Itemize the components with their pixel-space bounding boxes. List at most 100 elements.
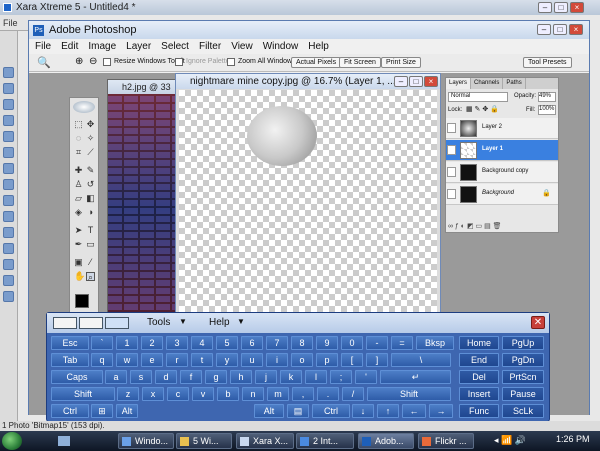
key-backslash[interactable]: \ <box>391 353 451 367</box>
photo-tool-icon[interactable] <box>3 275 14 286</box>
key-r[interactable]: r <box>166 353 188 367</box>
key-n[interactable]: n <box>242 387 264 401</box>
transparent-canvas[interactable] <box>179 90 437 338</box>
key-e[interactable]: e <box>141 353 163 367</box>
hand-tool-icon[interactable]: ✋ <box>74 272 85 281</box>
magic-wand-icon[interactable]: ✧ <box>86 134 95 143</box>
tab-channels[interactable]: Channels <box>471 78 504 89</box>
key-4[interactable]: 4 <box>191 336 213 350</box>
doc2-maximize-icon[interactable]: □ <box>409 76 423 87</box>
key-insert[interactable]: Insert <box>459 387 499 401</box>
key-equals[interactable]: = <box>391 336 413 350</box>
key-p[interactable]: p <box>316 353 338 367</box>
key-menu[interactable]: ▤ <box>287 404 309 418</box>
key-x[interactable]: x <box>142 387 164 401</box>
show-desktop-icon[interactable] <box>58 436 70 446</box>
maximize-icon[interactable]: □ <box>554 2 568 13</box>
key-b[interactable]: b <box>217 387 239 401</box>
layer-row[interactable]: Background 🔒 <box>446 184 558 205</box>
zoom-tool-option-icon[interactable]: 🔍 <box>37 56 51 69</box>
notes-tool-icon[interactable]: ▣ <box>74 258 83 267</box>
zoom-in-icon[interactable]: ⊕ <box>75 56 83 67</box>
marquee-tool-icon[interactable]: ⬚ <box>74 120 83 129</box>
document-h2[interactable]: h2.jpg @ 33 <box>107 79 179 326</box>
menu-view[interactable]: View <box>231 41 253 52</box>
key-h[interactable]: h <box>230 370 252 384</box>
key-8[interactable]: 8 <box>291 336 313 350</box>
key-tab[interactable]: Tab <box>51 353 89 367</box>
visibility-toggle[interactable] <box>447 167 456 177</box>
key-minus[interactable]: - <box>366 336 388 350</box>
shape-tool-icon[interactable]: ▭ <box>86 240 95 249</box>
key-pause[interactable]: Pause <box>502 387 544 401</box>
menu-edit[interactable]: Edit <box>61 41 78 52</box>
osk-layout2-icon[interactable] <box>79 317 103 329</box>
blur-tool-icon[interactable]: ◈ <box>74 208 83 217</box>
zoom-out-icon[interactable]: ⊖ <box>89 56 97 67</box>
key-0[interactable]: 0 <box>341 336 363 350</box>
menu-layer[interactable]: Layer <box>126 41 151 52</box>
opacity-field[interactable]: 49% <box>538 92 556 102</box>
taskbar-item[interactable]: Windo... <box>118 433 174 449</box>
key-i[interactable]: i <box>266 353 288 367</box>
menu-filter[interactable]: Filter <box>199 41 221 52</box>
lasso-tool-icon[interactable]: ◌ <box>74 134 83 143</box>
osk-keyboard-icon[interactable] <box>105 317 129 329</box>
menu-file[interactable]: File <box>35 41 51 52</box>
lock-icons[interactable]: ▦ ✎ ✥ 🔒 <box>466 105 499 113</box>
key-u[interactable]: u <box>241 353 263 367</box>
key-period[interactable]: . <box>317 387 339 401</box>
layer-row-selected[interactable]: ◉ Layer 1 <box>446 140 558 161</box>
key-t[interactable]: t <box>191 353 213 367</box>
resize-windows-checkbox[interactable] <box>103 58 111 66</box>
tab-layers[interactable]: Layers <box>446 78 472 89</box>
key-right[interactable]: → <box>429 404 453 418</box>
key-esc[interactable]: Esc <box>51 336 89 350</box>
key-up[interactable]: ↑ <box>377 404 399 418</box>
key-7[interactable]: 7 <box>266 336 288 350</box>
layer-actions-bar[interactable]: ∞ ƒ ◐ ◩ ▭ ▤ 🗑 <box>448 222 556 230</box>
key-a[interactable]: a <box>105 370 127 384</box>
zoom-tool-icon[interactable] <box>3 291 14 302</box>
key-comma[interactable]: , <box>292 387 314 401</box>
fill-field[interactable]: 100% <box>538 105 556 115</box>
visibility-toggle[interactable] <box>447 123 456 133</box>
key-ctrl[interactable]: Ctrl <box>312 404 350 418</box>
key-caps[interactable]: Caps <box>51 370 103 384</box>
blend-mode-select[interactable]: Normal <box>448 92 508 102</box>
key-prtscn[interactable]: PrtScn <box>502 370 544 384</box>
key-l[interactable]: l <box>305 370 327 384</box>
osk-layout-icon[interactable] <box>53 317 77 329</box>
dodge-tool-icon[interactable]: ◑ <box>86 208 95 217</box>
key-j[interactable]: j <box>255 370 277 384</box>
mould-tool-icon[interactable] <box>3 259 14 270</box>
move-tool-icon[interactable]: ✥ <box>86 120 95 129</box>
key-quote[interactable]: ' <box>355 370 377 384</box>
key-o[interactable]: o <box>291 353 313 367</box>
ignore-palettes-checkbox[interactable] <box>175 58 183 66</box>
key-alt[interactable]: Alt <box>254 404 284 418</box>
key-5[interactable]: 5 <box>216 336 238 350</box>
key-semicolon[interactable]: ; <box>330 370 352 384</box>
taskbar-item[interactable]: Flickr ... <box>418 433 474 449</box>
key-1[interactable]: 1 <box>116 336 138 350</box>
key-shift[interactable]: Shift <box>367 387 451 401</box>
history-brush-icon[interactable]: ↺ <box>86 180 95 189</box>
key-down[interactable]: ↓ <box>352 404 374 418</box>
key-enter[interactable]: ↵ <box>380 370 451 384</box>
key-6[interactable]: 6 <box>241 336 263 350</box>
key-v[interactable]: v <box>192 387 214 401</box>
system-tray-icons[interactable]: ◂ 📶 🔊 <box>494 435 526 446</box>
key-c[interactable]: c <box>167 387 189 401</box>
key-q[interactable]: q <box>91 353 113 367</box>
menu-select[interactable]: Select <box>161 41 189 52</box>
slice-tool-icon[interactable]: ⟋ <box>86 148 95 157</box>
minimize-icon[interactable]: – <box>538 2 552 13</box>
osk-close-button[interactable]: ✕ <box>531 316 545 329</box>
print-size-button[interactable]: Print Size <box>381 57 421 68</box>
layer-row[interactable]: Layer 2 <box>446 118 558 139</box>
brush-tool-icon[interactable]: ✎ <box>86 166 95 175</box>
key-ctrl[interactable]: Ctrl <box>51 404 89 418</box>
clone-stamp-icon[interactable]: ♙ <box>74 180 83 189</box>
key-3[interactable]: 3 <box>166 336 188 350</box>
